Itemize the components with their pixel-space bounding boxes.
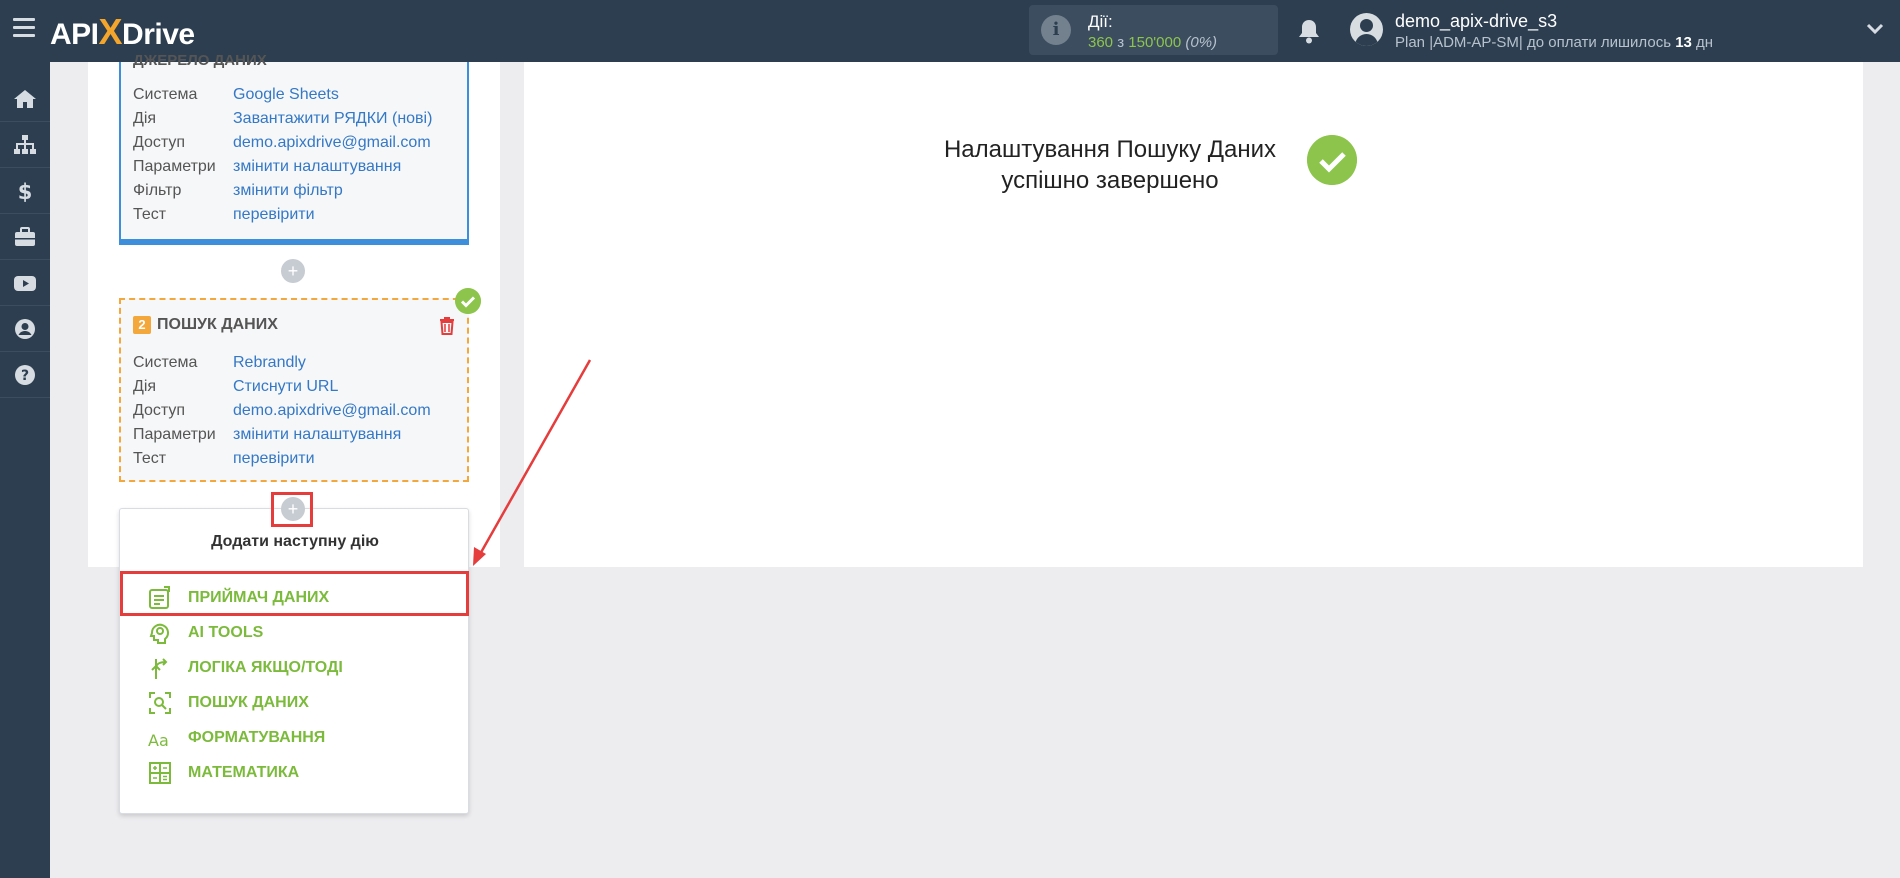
format-icon: Aa bbox=[148, 731, 169, 750]
search-block[interactable]: 2 ПОШУК ДАНИХ Система Rebrandly Дія Стиснут… bbox=[119, 298, 469, 482]
sidebar-item-video[interactable] bbox=[0, 260, 50, 306]
source-test-link[interactable]: перевірити bbox=[233, 206, 315, 223]
popup-title: Додати наступну дію bbox=[211, 533, 379, 550]
success-message: Налаштування Пошуку Даних успішно заверш… bbox=[900, 134, 1320, 196]
calculator-icon bbox=[149, 762, 171, 784]
help-icon: ? bbox=[15, 365, 35, 385]
highlight-box-receiver bbox=[120, 571, 469, 616]
source-params-link[interactable]: змінити налаштування bbox=[233, 158, 401, 175]
add-step-button[interactable]: + bbox=[281, 259, 305, 283]
source-row-system: Система Google Sheets bbox=[133, 86, 339, 103]
sitemap-icon bbox=[14, 135, 36, 154]
ai-head-icon bbox=[149, 623, 169, 644]
sidebar-item-services[interactable] bbox=[0, 214, 50, 260]
info-icon: i bbox=[1041, 15, 1071, 45]
menu-item-ai-tools[interactable]: AI TOOLS bbox=[148, 618, 448, 648]
step-number-badge: 2 bbox=[133, 316, 151, 334]
menu-item-format[interactable]: Aa ФОРМАТУВАННЯ bbox=[148, 723, 448, 753]
chevron-down-icon[interactable] bbox=[1866, 22, 1884, 36]
actions-value: 360 з 150'000 (0%) bbox=[1088, 34, 1218, 51]
sidebar: $ ? bbox=[0, 62, 50, 878]
add-action-popup: Додати наступну дію ПРИЙМАЧ ДАНИХ AI TOO… bbox=[119, 508, 469, 814]
hamburger-menu-icon[interactable] bbox=[13, 18, 35, 37]
source-row-test: Тест перевірити bbox=[133, 206, 315, 223]
username[interactable]: demo_apix-drive_s3 bbox=[1395, 11, 1557, 32]
search-action-link[interactable]: Стиснути URL bbox=[233, 378, 338, 395]
menu-item-math[interactable]: МАТЕМАТИКА bbox=[148, 758, 448, 788]
trash-icon[interactable] bbox=[439, 317, 455, 335]
search-row-system: Система Rebrandly bbox=[133, 354, 306, 371]
sidebar-item-billing[interactable]: $ bbox=[0, 168, 50, 214]
source-row-filter: Фільтр змінити фільтр bbox=[133, 182, 343, 199]
svg-text:?: ? bbox=[21, 368, 29, 384]
source-action-link[interactable]: Завантажити РЯДКИ (нові) bbox=[233, 110, 432, 127]
svg-text:Aa: Aa bbox=[148, 731, 169, 750]
svg-text:$: $ bbox=[18, 180, 33, 202]
success-line-2: успішно завершено bbox=[1001, 167, 1219, 194]
plan-info: Plan |ADM-AP-SM| до оплати лишилось 13 д… bbox=[1395, 34, 1714, 51]
sidebar-item-help[interactable]: ? bbox=[0, 352, 50, 398]
search-row-action: Дія Стиснути URL bbox=[133, 378, 339, 395]
menu-item-logic[interactable]: ЛОГІКА ЯКЩО/ТОДІ bbox=[148, 653, 448, 683]
search-row-access: Доступ demo.apixdrive@gmail.com bbox=[133, 402, 431, 419]
menu-item-search[interactable]: ПОШУК ДАНИХ bbox=[148, 688, 448, 718]
home-icon bbox=[14, 90, 36, 108]
source-row-action: Дія Завантажити РЯДКИ (нові) bbox=[133, 110, 433, 127]
success-line-1: Налаштування Пошуку Даних bbox=[943, 136, 1277, 163]
search-block-title: 2 ПОШУК ДАНИХ bbox=[133, 316, 278, 334]
dollar-icon: $ bbox=[18, 180, 33, 202]
sidebar-item-home[interactable] bbox=[0, 76, 50, 122]
logo[interactable]: APIXDrive bbox=[50, 11, 195, 53]
sidebar-item-profile[interactable] bbox=[0, 306, 50, 352]
source-system-link[interactable]: Google Sheets bbox=[233, 86, 339, 103]
check-circle-icon bbox=[455, 288, 481, 314]
source-row-params: Параметри змінити налаштування bbox=[133, 158, 402, 175]
user-icon bbox=[15, 319, 35, 339]
source-block-title: ДЖЕРЕЛО ДАНИХ bbox=[133, 52, 267, 69]
youtube-icon bbox=[14, 276, 36, 291]
success-check-icon bbox=[1307, 135, 1357, 185]
sidebar-item-connections[interactable] bbox=[0, 122, 50, 168]
avatar[interactable] bbox=[1350, 13, 1383, 46]
source-filter-link[interactable]: змінити фільтр bbox=[233, 182, 343, 199]
search-row-test: Тест перевірити bbox=[133, 450, 315, 467]
top-bar: APIXDrive i Дії: 360 з 150'000 (0%) demo… bbox=[0, 0, 1900, 62]
actions-label: Дії: bbox=[1088, 12, 1113, 31]
source-block[interactable]: ДЖЕРЕЛО ДАНИХ Система Google Sheets Дія За… bbox=[119, 52, 469, 245]
source-row-access: Доступ demo.apixdrive@gmail.com bbox=[133, 134, 431, 151]
search-data-icon bbox=[149, 692, 171, 714]
branch-icon bbox=[151, 658, 168, 679]
briefcase-icon bbox=[15, 227, 35, 246]
actions-counter[interactable]: i Дії: 360 з 150'000 (0%) bbox=[1029, 5, 1278, 55]
highlight-box-plus bbox=[271, 492, 313, 527]
search-params-link[interactable]: змінити налаштування bbox=[233, 426, 401, 443]
search-system-link[interactable]: Rebrandly bbox=[233, 354, 306, 371]
bell-icon[interactable] bbox=[1297, 18, 1321, 44]
source-access-link[interactable]: demo.apixdrive@gmail.com bbox=[233, 134, 431, 151]
search-access-link[interactable]: demo.apixdrive@gmail.com bbox=[233, 402, 431, 419]
search-row-params: Параметри змінити налаштування bbox=[133, 426, 402, 443]
search-test-link[interactable]: перевірити bbox=[233, 450, 315, 467]
